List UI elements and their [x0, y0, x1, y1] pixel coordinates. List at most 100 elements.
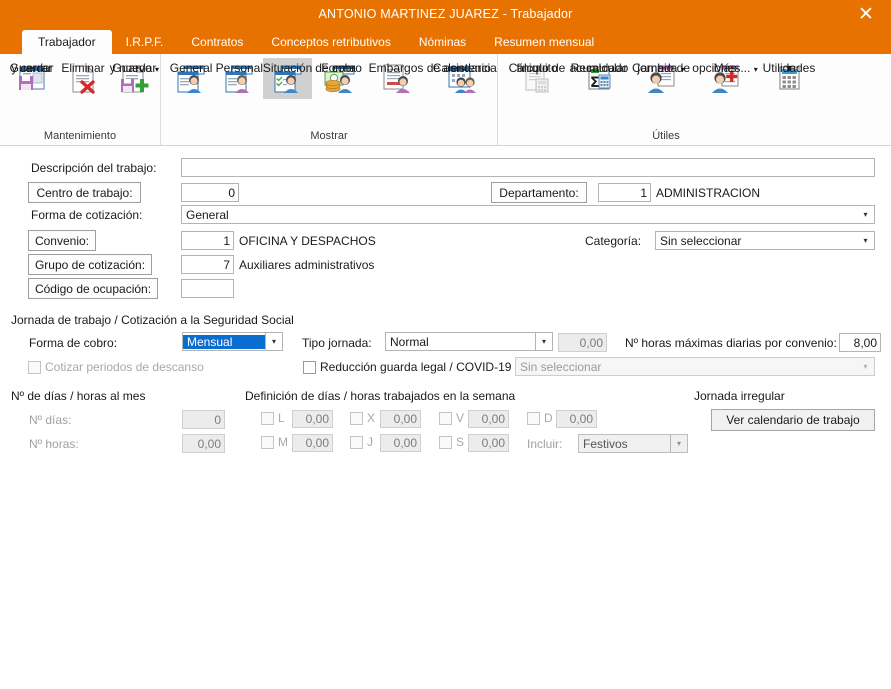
- incluir-value: Festivos: [583, 436, 628, 451]
- codigo-ocupacion-input[interactable]: [181, 279, 234, 298]
- situacion-button[interactable]: Situación: [263, 58, 312, 99]
- tab-strip: Trabajador I.R.P.F. Contratos Conceptos …: [0, 28, 891, 54]
- checkbox-box[interactable]: [28, 360, 41, 374]
- general-button[interactable]: General: [167, 58, 215, 99]
- eliminar-button[interactable]: Eliminar: [57, 58, 108, 99]
- dia-M-label: M: [278, 435, 288, 449]
- tab-trabajador[interactable]: Trabajador: [22, 30, 112, 54]
- mas-opciones-button[interactable]: Más opciones... ▾: [692, 58, 758, 99]
- dia-L-checkbox[interactable]: L: [261, 411, 285, 425]
- centro-trabajo-button[interactable]: Centro de trabajo:: [28, 182, 141, 203]
- departamento-button[interactable]: Departamento:: [491, 182, 587, 203]
- convenio-input[interactable]: 1: [181, 231, 234, 250]
- guardar-y-cerrar-button[interactable]: Guardar y cerrar: [6, 58, 57, 99]
- dia-D-input: 0,00: [556, 410, 597, 428]
- forma-cotizacion-value: General: [186, 207, 229, 222]
- dia-D-checkbox[interactable]: D: [527, 411, 553, 425]
- forma-cobro-select[interactable]: Mensual ▾: [182, 332, 283, 351]
- chevron-down-icon: ▾: [785, 61, 793, 75]
- ribbon-label-2: y cerrar: [11, 61, 52, 75]
- dia-V-input: 0,00: [468, 410, 509, 428]
- recalcular-acumulado-button[interactable]: Σ Recalcular acumulado: [568, 58, 630, 99]
- dia-J-checkbox[interactable]: J: [350, 435, 373, 449]
- grupo-cotizacion-button[interactable]: Grupo de cotización:: [28, 254, 152, 275]
- convenio-button[interactable]: Convenio:: [28, 230, 96, 251]
- dia-X-input: 0,00: [380, 410, 421, 428]
- checkbox-box[interactable]: [527, 411, 540, 425]
- tab-irpf[interactable]: I.R.P.F.: [112, 31, 178, 54]
- checkbox-box[interactable]: [303, 360, 316, 374]
- chevron-down-icon[interactable]: ▾: [265, 333, 282, 350]
- cambio-de-jornada-button[interactable]: Cambio de jornada ▾: [630, 58, 692, 99]
- reduccion-guarda-legal-value: Sin seleccionar: [520, 359, 602, 374]
- calculo-de-finiquito-button[interactable]: Cálculo de finiquito: [506, 58, 568, 99]
- n-horas-input: 0,00: [182, 434, 225, 453]
- guardar-y-nuevo-button[interactable]: Guardar y nuevo ▾: [109, 58, 160, 99]
- grupo-cotizacion-input[interactable]: 7: [181, 255, 234, 274]
- dia-D-label: D: [544, 411, 553, 425]
- dia-S-checkbox[interactable]: S: [439, 435, 464, 449]
- dia-X-checkbox[interactable]: X: [350, 411, 375, 425]
- chevron-down-icon: ▾: [154, 65, 159, 74]
- dia-S-input: 0,00: [468, 434, 509, 452]
- close-icon[interactable]: ✕: [849, 0, 883, 28]
- chevron-down-icon[interactable]: ▾: [670, 435, 687, 452]
- forma-cotizacion-select[interactable]: General ▾: [181, 205, 875, 224]
- ribbon-group-label: Mostrar: [310, 130, 348, 142]
- ribbon-label: General: [169, 61, 213, 75]
- dia-V-checkbox[interactable]: V: [439, 411, 464, 425]
- centro-trabajo-input[interactable]: 0: [181, 183, 239, 202]
- checkbox-box[interactable]: [350, 411, 363, 425]
- cotizar-descanso-checkbox[interactable]: Cotizar periodos de descanso: [28, 360, 204, 374]
- personal-button[interactable]: Personal: [215, 58, 263, 99]
- ribbon-label-2: jornada ▾: [637, 61, 685, 75]
- dia-L-input: 0,00: [292, 410, 333, 428]
- ver-calendario-trabajo-button[interactable]: Ver calendario de trabajo: [711, 409, 875, 431]
- ribbon-group-label: Mantenimiento: [43, 130, 117, 142]
- forma-de-cobro-button[interactable]: Forma de cobro: [312, 58, 366, 99]
- tab-conceptos-retributivos[interactable]: Conceptos retributivos: [257, 31, 404, 54]
- tipo-jornada-select[interactable]: Normal ▾: [385, 332, 553, 351]
- reduccion-guarda-legal-select[interactable]: Sin seleccionar ▾: [515, 357, 875, 376]
- dia-M-checkbox[interactable]: M: [261, 435, 288, 449]
- dia-L-label: L: [278, 411, 285, 425]
- categoria-value: Sin seleccionar: [660, 233, 742, 248]
- ribbon-label-2: opciones... ▾: [692, 61, 758, 75]
- checkbox-box[interactable]: [439, 435, 452, 449]
- reduccion-guarda-legal-checkbox[interactable]: Reducción guarda legal / COVID-19: [303, 360, 511, 374]
- checkbox-box[interactable]: [261, 435, 274, 449]
- checkbox-box[interactable]: [439, 411, 452, 425]
- departamento-input[interactable]: 1: [598, 183, 651, 202]
- ribbon-label-2: de cobro: [315, 61, 362, 75]
- chevron-down-icon[interactable]: ▾: [535, 333, 552, 350]
- codigo-ocupacion-button[interactable]: Código de ocupación:: [28, 278, 158, 299]
- reduccion-guarda-legal-label: Reducción guarda legal / COVID-19: [320, 360, 512, 374]
- ribbon-label: Personal: [215, 61, 264, 75]
- horas-maximas-input[interactable]: 8,00: [839, 333, 881, 352]
- checkbox-box[interactable]: [350, 435, 363, 449]
- ribbon-label: Embargos: [368, 61, 424, 75]
- dia-M-input: 0,00: [292, 434, 333, 452]
- checkbox-box[interactable]: [261, 411, 274, 425]
- convenio-text: OFICINA Y DESPACHOS: [239, 234, 376, 248]
- chevron-down-icon[interactable]: ▾: [857, 206, 874, 223]
- chevron-down-icon[interactable]: ▾: [857, 358, 874, 375]
- utilidades-button[interactable]: Utilidades ▾: [758, 58, 820, 99]
- tab-nominas[interactable]: Nóminas: [405, 31, 480, 54]
- tipo-jornada-label: Tipo jornada:: [302, 336, 372, 350]
- incluir-select[interactable]: Festivos ▾: [578, 434, 688, 453]
- ribbon-label-2: finiquito: [516, 61, 558, 75]
- grupo-cotizacion-text: Auxiliares administrativos: [239, 258, 375, 272]
- categoria-select[interactable]: Sin seleccionar ▾: [655, 231, 875, 250]
- ribbon-group-utiles: Cálculo de finiquito Σ Recalcular acumul…: [497, 54, 834, 145]
- descripcion-trabajo-input[interactable]: [181, 158, 875, 177]
- ribbon-label: Eliminar: [61, 61, 105, 75]
- tab-contratos[interactable]: Contratos: [177, 31, 257, 54]
- svg-text:Σ: Σ: [590, 75, 600, 91]
- chevron-down-icon[interactable]: ▾: [857, 232, 874, 249]
- tab-resumen-mensual[interactable]: Resumen mensual: [480, 31, 608, 54]
- embargos-button[interactable]: Embargos: [365, 58, 426, 99]
- forma-cobro-label: Forma de cobro:: [29, 336, 118, 350]
- incluir-label: Incluir:: [527, 437, 563, 451]
- calendario-de-asistencia-button[interactable]: Calendario de asistencia: [427, 58, 497, 99]
